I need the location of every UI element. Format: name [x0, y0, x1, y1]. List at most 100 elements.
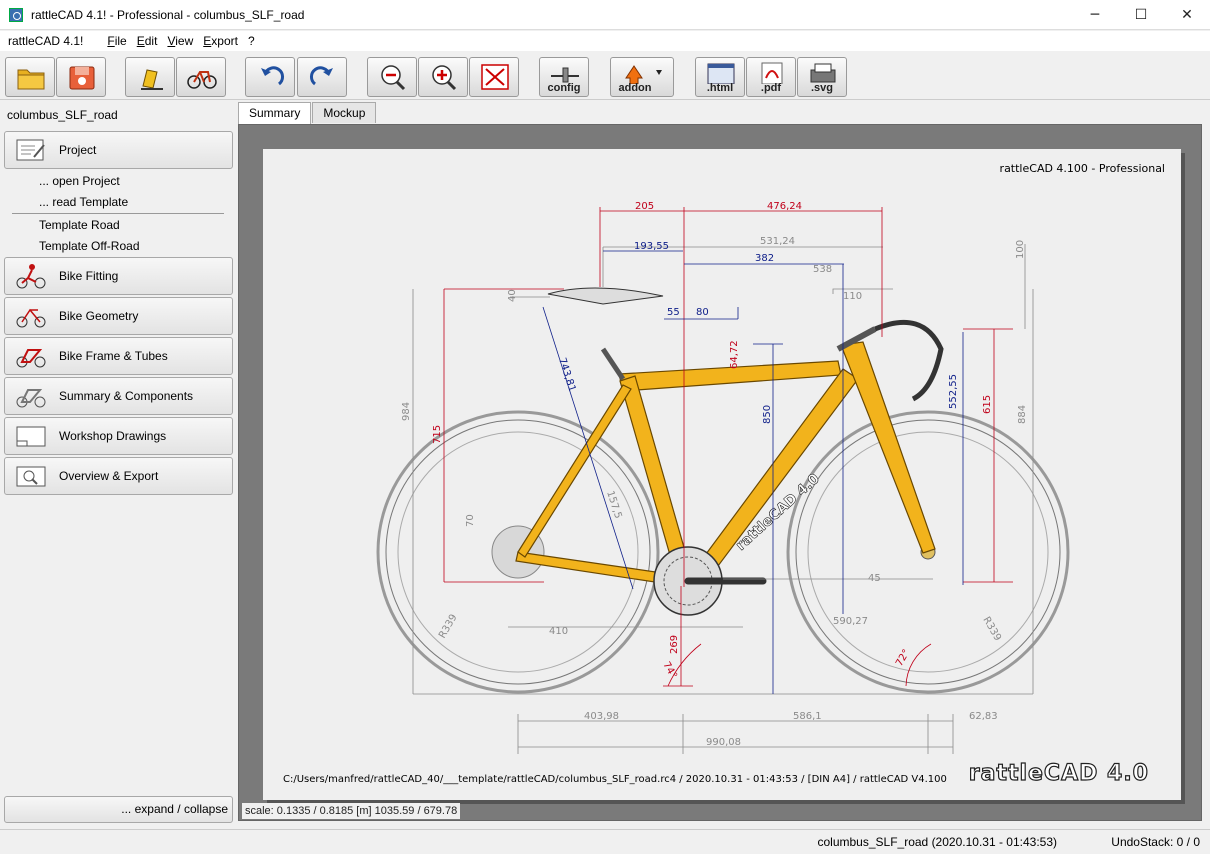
section-project-label: Project — [59, 143, 97, 157]
drawing-canvas[interactable]: rattleCAD 4.100 - Professional rattleCAD… — [238, 124, 1202, 821]
dim-590: 590,27 — [833, 616, 868, 627]
window-title: rattleCAD 4.1! - Professional - columbus… — [31, 7, 305, 22]
open-project-link[interactable]: ... open Project — [39, 174, 120, 188]
zoom-out-button[interactable] — [367, 57, 417, 97]
disk-icon — [69, 66, 95, 90]
menu-help[interactable]: ? — [248, 34, 255, 48]
pdf-icon — [761, 62, 783, 84]
section-bike-geometry-label: Bike Geometry — [59, 309, 139, 323]
overview-icon — [11, 461, 51, 491]
pencil-icon — [141, 69, 163, 90]
window-controls: ─ ☐ ✕ — [1072, 0, 1210, 30]
dim-80: 80 — [696, 307, 709, 318]
frame — [515, 341, 936, 587]
status-file: columbus_SLF_road (2020.10.31 - 01:43:53… — [817, 835, 1058, 849]
save-button[interactable] — [56, 57, 106, 97]
angle-72: 72° — [894, 648, 912, 669]
dim-205: 205 — [635, 201, 654, 212]
dim-850: 850 — [762, 405, 773, 424]
sidebar: columbus_SLF_road Project ... open Proje… — [0, 101, 236, 828]
dim-990: 990,08 — [706, 737, 741, 748]
section-overview-export[interactable]: Overview & Export — [4, 457, 233, 495]
dim-586: 586,1 — [793, 711, 822, 722]
front-wheel — [786, 410, 1070, 694]
export-svg-button[interactable]: .svg — [797, 57, 847, 97]
dim-40: 40 — [507, 289, 518, 302]
dim-100: 100 — [1015, 240, 1026, 259]
template-offroad-link[interactable]: Template Off-Road — [39, 239, 140, 253]
open-button[interactable] — [5, 57, 55, 97]
minimize-button[interactable]: ─ — [1072, 0, 1118, 30]
rider-icon — [11, 261, 51, 291]
render-button[interactable] — [125, 57, 175, 97]
fit-icon — [481, 64, 509, 90]
zoom-in-icon — [432, 65, 457, 91]
close-button[interactable]: ✕ — [1164, 0, 1210, 30]
addon-label: addon — [618, 82, 652, 94]
dim-715: 715 — [432, 425, 443, 444]
expand-collapse-button[interactable]: ... expand / collapse — [4, 796, 233, 823]
dim-615: 615 — [982, 395, 993, 414]
project-icon — [11, 135, 51, 165]
dim-382: 382 — [755, 253, 774, 264]
section-summary-components-label: Summary & Components — [59, 389, 194, 403]
maximize-button[interactable]: ☐ — [1118, 0, 1164, 30]
config-label: config — [547, 82, 581, 94]
project-name: columbus_SLF_road — [7, 108, 118, 122]
section-bike-geometry[interactable]: Bike Geometry — [4, 297, 233, 335]
export-html-button[interactable]: .html — [695, 57, 745, 97]
addon-arrow-icon — [625, 65, 662, 84]
dim-552: 552,55 — [948, 374, 959, 409]
menu-file[interactable]: File — [107, 34, 126, 48]
redo-button[interactable] — [297, 57, 347, 97]
section-workshop-drawings[interactable]: Workshop Drawings — [4, 417, 233, 455]
html-icon — [707, 63, 735, 84]
frame-icon — [11, 341, 51, 371]
printer-icon — [810, 63, 836, 83]
template-road-link[interactable]: Template Road — [39, 218, 120, 232]
redo-icon — [310, 66, 333, 86]
bike-icon — [187, 71, 217, 89]
zoom-out-icon — [381, 65, 406, 91]
undo-icon — [261, 66, 284, 86]
toolbar: config addon .html .pdf .svg — [0, 52, 1210, 100]
menu-edit[interactable]: Edit — [137, 34, 158, 48]
export-pdf-button[interactable]: .pdf — [746, 57, 796, 97]
menu-brand: rattleCAD 4.1! — [8, 34, 84, 48]
menu-view[interactable]: View — [167, 34, 193, 48]
dim-743: 743,81 — [556, 357, 577, 394]
dim-269: 269 — [669, 635, 680, 654]
section-bike-fitting[interactable]: Bike Fitting — [4, 257, 233, 295]
status-bar: columbus_SLF_road (2020.10.31 - 01:43:53… — [0, 829, 1210, 854]
seatpost — [600, 347, 626, 381]
rattlecad-logo: rattleCAD 4.0 — [968, 760, 1149, 786]
tab-summary[interactable]: Summary — [238, 102, 312, 124]
dim-45: 45 — [868, 573, 881, 584]
drawing-sheet-icon — [11, 421, 51, 451]
section-bike-fitting-label: Bike Fitting — [59, 269, 119, 283]
drawing-sheet[interactable]: rattleCAD 4.100 - Professional rattleCAD… — [263, 149, 1181, 800]
section-summary-components[interactable]: Summary & Components — [4, 377, 233, 415]
undo-button[interactable] — [245, 57, 295, 97]
config-button[interactable]: config — [539, 57, 589, 97]
svg-label: .svg — [810, 82, 833, 94]
tab-mockup[interactable]: Mockup — [312, 102, 377, 123]
section-project[interactable]: Project — [4, 131, 233, 169]
scale-readout: scale: 0.1335 / 0.8185 [m] 1035.59 / 679… — [242, 803, 461, 819]
dim-531: 531,24 — [760, 236, 795, 247]
menu-export[interactable]: Export — [203, 34, 238, 48]
zoom-in-button[interactable] — [418, 57, 468, 97]
read-template-link[interactable]: ... read Template — [39, 195, 128, 209]
section-frame-tubes[interactable]: Bike Frame & Tubes — [4, 337, 233, 375]
slider-icon — [551, 67, 579, 83]
status-undo: UndoStack: 0 / 0 — [1111, 835, 1200, 849]
sidebar-separator — [12, 213, 224, 214]
saddle — [547, 287, 664, 305]
bike-render-button[interactable] — [176, 57, 226, 97]
fit-view-button[interactable] — [469, 57, 519, 97]
dim-538: 538 — [813, 264, 832, 275]
dim-55: 55 — [667, 307, 680, 318]
dim-64: 64,72 — [729, 340, 740, 369]
menu-bar: rattleCAD 4.1! File Edit View Export ? — [0, 31, 1210, 51]
addon-button[interactable]: addon — [610, 57, 674, 97]
